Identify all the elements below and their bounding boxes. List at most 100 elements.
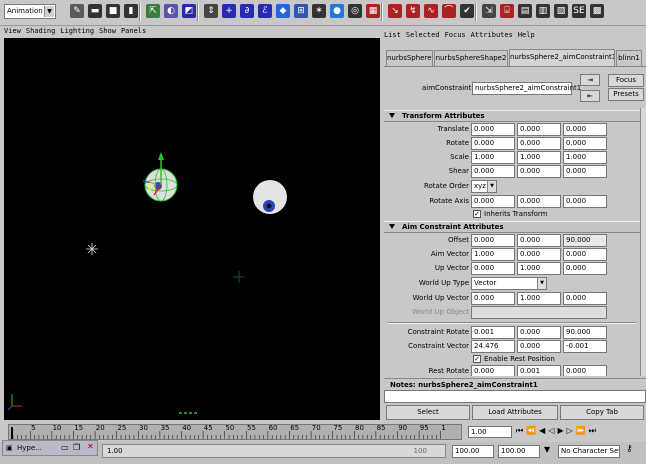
offset-x-field[interactable]: 0.000	[471, 234, 515, 247]
load-attributes-button[interactable]: Load Attributes	[472, 405, 558, 420]
ik-handle-icon[interactable]: ↯	[406, 4, 420, 18]
clapboard-icon[interactable]: ▬	[88, 4, 102, 18]
viewport-3d[interactable]	[4, 38, 380, 420]
scale-x-field[interactable]: 1.000	[471, 151, 515, 164]
go-to-start-icon[interactable]: ⏮	[516, 426, 526, 435]
step-back-key-icon[interactable]: ⏪	[526, 426, 539, 435]
go-to-end-icon[interactable]: ⏭	[589, 426, 599, 435]
constraint-rotate-x-field[interactable]: 0.001	[471, 326, 515, 339]
node-name-field[interactable]: nurbsSphere2_aimConstraint1	[472, 82, 581, 95]
sphere-icon[interactable]: ●	[330, 4, 344, 18]
tab-nurbs-sphere-shape[interactable]: nurbsSphereShape2	[434, 50, 508, 66]
offset-z-field[interactable]: 90.000	[563, 234, 607, 247]
step-back-icon[interactable]: ◀	[539, 426, 548, 435]
cluster-icon[interactable]: ✶	[312, 4, 326, 18]
rotate-x-field[interactable]: 0.000	[471, 137, 515, 150]
constraint-rotate-z-field[interactable]: 90.000	[563, 326, 607, 339]
inherits-transform-checkbox[interactable]: ✓	[473, 210, 481, 218]
animation-end-field[interactable]: 100.00	[498, 445, 540, 458]
curve-icon[interactable]: ∂	[240, 4, 254, 18]
grid-icon[interactable]: ▦	[366, 4, 380, 18]
aim-vector-z-field[interactable]: 0.000	[563, 248, 607, 261]
viewport-menu-shading[interactable]: Shading	[26, 27, 56, 35]
translate-z-field[interactable]: 0.000	[563, 123, 607, 136]
constraint-vector-y-field[interactable]: 0.000	[517, 340, 561, 353]
tab-nurbs-sphere[interactable]: nurbsSphere2	[386, 50, 433, 66]
rest-rotate-z-field[interactable]: 0.000	[563, 365, 607, 376]
step-forward-key-icon[interactable]: ⏩	[576, 426, 589, 435]
enable-rest-position-checkbox[interactable]: ✓	[473, 355, 481, 363]
offset-y-field[interactable]: 0.000	[517, 234, 561, 247]
rotate-y-field[interactable]: 0.000	[517, 137, 561, 150]
copy-tab-button[interactable]: Copy Tab	[560, 405, 644, 420]
shear-y-field[interactable]: 0.000	[517, 165, 561, 178]
rest-rotate-x-field[interactable]: 0.000	[471, 365, 515, 376]
ep-curve-icon[interactable]: ℰ	[258, 4, 272, 18]
film-icon[interactable]: ▮	[124, 4, 138, 18]
close-icon[interactable]: ✕	[87, 442, 94, 451]
camera-icon[interactable]: ■	[106, 4, 120, 18]
paintbrush-icon[interactable]: ✎	[70, 4, 84, 18]
world-up-vector-z-field[interactable]: 0.000	[563, 292, 607, 305]
restore-icon[interactable]: ❐	[73, 443, 80, 452]
attribute-scrollbar[interactable]	[640, 108, 646, 376]
up-vector-y-field[interactable]: 1.000	[517, 262, 561, 275]
range-slider[interactable]: 1.00 100	[102, 444, 446, 458]
rotate-z-field[interactable]: 0.000	[563, 137, 607, 150]
cube-icon[interactable]: ◆	[276, 4, 290, 18]
detach-icon[interactable]: ⇲	[482, 4, 496, 18]
translate-y-field[interactable]: 0.000	[517, 123, 561, 136]
scale-z-field[interactable]: 1.000	[563, 151, 607, 164]
select-tool-icon[interactable]: ⇱	[146, 4, 160, 18]
attribute-scroll-area[interactable]: Transform Attributes Translate 0.000 0.0…	[384, 108, 640, 376]
up-vector-x-field[interactable]: 0.000	[471, 262, 515, 275]
viewport-menu-view[interactable]: View	[4, 27, 21, 35]
lattice-icon[interactable]: ⊞	[294, 4, 308, 18]
viewport-menu-panels[interactable]: Panels	[121, 27, 146, 35]
trax-icon[interactable]: ▥	[536, 4, 550, 18]
shear-x-field[interactable]: 0.000	[471, 165, 515, 178]
aim-vector-y-field[interactable]: 0.000	[517, 248, 561, 261]
lasso-icon[interactable]: ◐	[164, 4, 178, 18]
ae-menu-selected[interactable]: Selected	[406, 31, 440, 39]
rest-rotate-y-field[interactable]: 0.001	[517, 365, 561, 376]
constraint-vector-x-field[interactable]: 24.476	[471, 340, 515, 353]
clip-icon[interactable]: ▧	[554, 4, 568, 18]
viewport-menu-show[interactable]: Show	[99, 27, 116, 35]
selected-sphere[interactable]	[142, 152, 178, 202]
taskbar-window[interactable]: ▣ Hype... ▭ ❐ ✕	[2, 440, 98, 456]
load-node-icon[interactable]: ⇤	[580, 90, 600, 102]
play-forward-icon[interactable]: ▶	[557, 426, 566, 435]
joint-icon[interactable]: ↘	[388, 4, 402, 18]
locator-green[interactable]	[233, 271, 245, 283]
section-aim-constraint-attributes[interactable]: Aim Constraint Attributes	[384, 221, 640, 233]
viewport-menu-lighting[interactable]: Lighting	[60, 27, 94, 35]
key-icon[interactable]: ⚷	[626, 444, 633, 454]
tab-aim-constraint[interactable]: nurbsSphere2_aimConstraint1	[509, 49, 615, 66]
notes-field[interactable]	[384, 390, 646, 403]
ae-menu-list[interactable]: List	[384, 31, 401, 39]
playback-end-field[interactable]: 100.00	[452, 445, 494, 458]
step-forward-icon[interactable]: ▷	[567, 426, 576, 435]
minimize-icon[interactable]: ▭	[61, 443, 69, 452]
aim-vector-x-field[interactable]: 1.000	[471, 248, 515, 261]
constraint-vector-z-field[interactable]: -0.001	[563, 340, 607, 353]
dial-icon[interactable]: ◎	[348, 4, 362, 18]
world-up-vector-x-field[interactable]: 0.000	[471, 292, 515, 305]
skin-icon[interactable]: ⌒	[442, 4, 456, 18]
rotate-axis-y-field[interactable]: 0.000	[517, 195, 561, 208]
up-vector-z-field[interactable]: 0.000	[563, 262, 607, 275]
character-set-dropdown[interactable]: No Character Set	[558, 445, 620, 458]
se-icon[interactable]: SE	[572, 4, 586, 18]
menu-set-dropdown[interactable]: Animation ▼	[4, 4, 56, 19]
eyeball-sphere[interactable]	[253, 180, 287, 214]
shear-z-field[interactable]: 0.000	[563, 165, 607, 178]
add-keyframe-icon[interactable]: +	[222, 4, 236, 18]
ae-menu-help[interactable]: Help	[518, 31, 535, 39]
locator-white[interactable]	[86, 243, 98, 255]
move-tool-icon[interactable]: ⇕	[204, 4, 218, 18]
ae-menu-focus[interactable]: Focus	[445, 31, 466, 39]
dope-sheet-icon[interactable]: ▤	[518, 4, 532, 18]
paint-select-icon[interactable]: ◩	[182, 4, 196, 18]
rotate-order-dropdown[interactable]: xyz ▼	[471, 180, 497, 193]
